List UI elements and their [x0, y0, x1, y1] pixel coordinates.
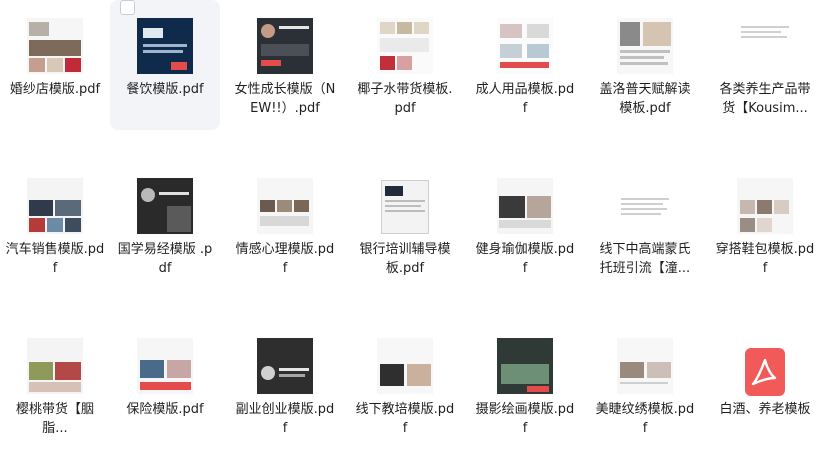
file-thumbnail [737, 178, 793, 234]
file-thumbnail [137, 178, 193, 234]
file-thumbnail [137, 18, 193, 74]
file-tile[interactable]: 盖洛普天赋解读模板.pdf [590, 0, 700, 130]
file-thumbnail [257, 338, 313, 394]
file-tile[interactable]: 婚纱店模版.pdf [0, 0, 110, 130]
file-tile[interactable]: 汽车销售模版.pdf [0, 160, 110, 290]
file-tile[interactable]: 椰子水带货模板.pdf [350, 0, 460, 130]
file-name: 副业创业模版.pdf [235, 402, 335, 436]
file-name: 健身瑜伽模版.pdf [475, 242, 575, 276]
file-tile[interactable]: 国学易经模版 .pdf [110, 160, 220, 290]
file-name: 穿搭鞋包模板.pdf [715, 242, 815, 276]
pdf-acrobat-icon [745, 348, 785, 396]
file-tile[interactable]: 健身瑜伽模版.pdf [470, 160, 580, 290]
file-tile[interactable]: 情感心理模版.pdf [230, 160, 340, 290]
file-tile[interactable]: 线下中高端蒙氏托班引流【潼... [590, 160, 700, 290]
file-name: 美睫纹绣模板.pdf [595, 402, 695, 436]
file-thumbnail [497, 178, 553, 234]
file-thumbnail [27, 178, 83, 234]
file-name: 国学易经模版 .pdf [117, 242, 213, 276]
file-tile[interactable]: 成人用品模板.pdf [470, 0, 580, 130]
file-name: 保险模版.pdf [126, 402, 204, 417]
file-name: 线下中高端蒙氏托班引流【潼... [599, 242, 691, 276]
file-tile[interactable]: 白酒、养老模板 [710, 320, 820, 450]
file-thumbnail [137, 338, 193, 394]
file-name: 汽车销售模版.pdf [5, 242, 105, 276]
file-thumbnail [617, 178, 673, 234]
file-name: 白酒、养老模板 [719, 402, 811, 417]
file-name: 线下教培模版.pdf [355, 402, 455, 436]
file-name: 女性成长模版（NEW!!）.pdf [234, 82, 336, 116]
file-name: 摄影绘画模版.pdf [475, 402, 575, 436]
file-thumbnail [377, 338, 433, 394]
file-tile[interactable]: 线下教培模版.pdf [350, 320, 460, 450]
file-name: 银行培训辅导模板.pdf [359, 242, 451, 276]
file-thumbnail [27, 18, 83, 74]
file-tile[interactable]: 银行培训辅导模板.pdf [350, 160, 460, 290]
file-name: 椰子水带货模板.pdf [357, 82, 453, 116]
file-tile[interactable]: 摄影绘画模版.pdf [470, 320, 580, 450]
file-tile[interactable]: 保险模版.pdf [110, 320, 220, 450]
file-tile[interactable]: 穿搭鞋包模板.pdf [710, 160, 820, 290]
file-name: 情感心理模版.pdf [235, 242, 335, 276]
file-name: 盖洛普天赋解读模板.pdf [599, 82, 691, 116]
file-thumbnail [27, 338, 83, 394]
file-thumbnail [617, 338, 673, 394]
file-thumbnail [497, 338, 553, 394]
file-name: 樱桃带货【胭脂... [15, 402, 94, 436]
file-name: 各类养生产品带货【Kousim... [719, 82, 811, 116]
file-thumbnail [257, 18, 313, 74]
select-checkbox[interactable] [120, 0, 135, 15]
file-tile-selected[interactable]: 餐饮模版.pdf [110, 0, 220, 130]
file-tile[interactable]: 美睫纹绣模板.pdf [590, 320, 700, 450]
file-name: 婚纱店模版.pdf [9, 82, 101, 97]
file-thumbnail [497, 18, 553, 74]
file-name: 成人用品模板.pdf [475, 82, 575, 116]
file-grid: 婚纱店模版.pdf 餐饮模版.pdf 女性成长模版（NEW!!）.pdf 椰子水… [0, 0, 825, 436]
file-thumbnail [377, 18, 433, 74]
file-thumbnail [617, 18, 673, 74]
file-tile[interactable]: 副业创业模版.pdf [230, 320, 340, 450]
file-thumbnail [377, 178, 433, 234]
file-thumbnail [257, 178, 313, 234]
file-tile[interactable]: 各类养生产品带货【Kousim... [710, 0, 820, 130]
file-tile[interactable]: 女性成长模版（NEW!!）.pdf [230, 0, 340, 130]
file-thumbnail [737, 18, 793, 74]
file-name: 餐饮模版.pdf [126, 82, 204, 97]
file-tile[interactable]: 樱桃带货【胭脂... [0, 320, 110, 450]
